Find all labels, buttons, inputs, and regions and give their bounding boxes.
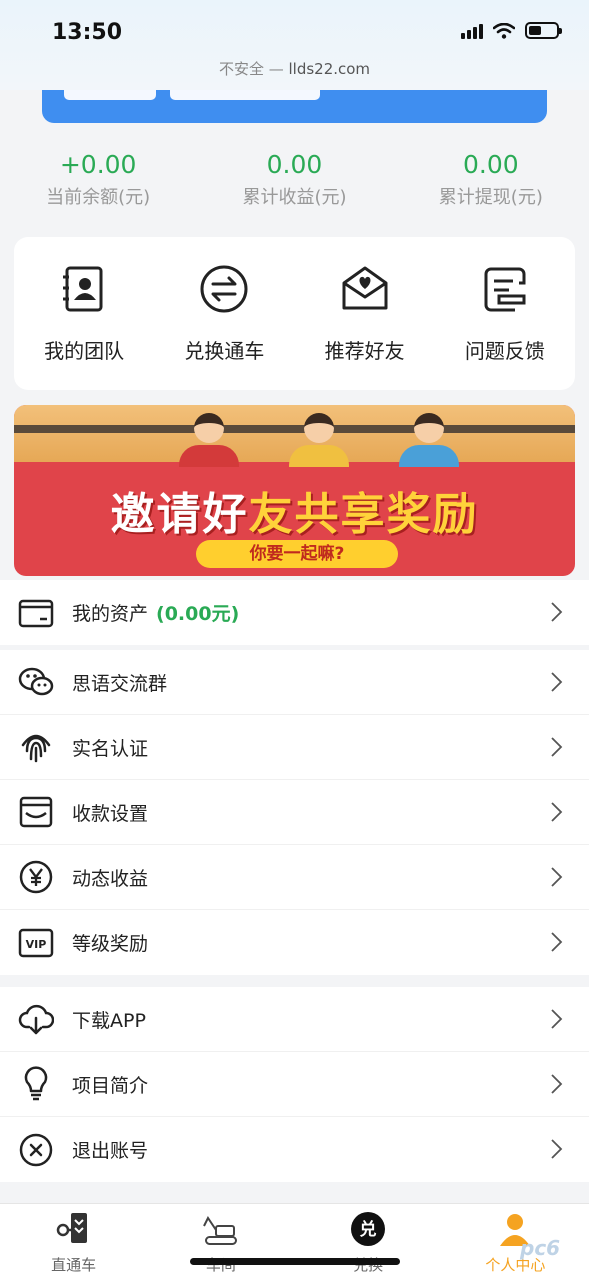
tab-workshop[interactable]: 车间 bbox=[147, 1204, 294, 1277]
bottom-tab-bar: 直通车 车间 兑 兑换 个人中心 bbox=[0, 1203, 589, 1277]
fingerprint-icon bbox=[21, 734, 51, 763]
menu-item-label: 项目简介 bbox=[72, 1074, 149, 1097]
svg-text:兑: 兑 bbox=[360, 1219, 377, 1240]
domain-label: llds22.com bbox=[288, 60, 371, 78]
lightbulb-icon bbox=[24, 1066, 48, 1101]
heart-envelope-icon bbox=[342, 266, 388, 310]
menu-item-payment-settings[interactable]: 收款设置 bbox=[0, 780, 589, 845]
chevron-right-icon bbox=[551, 602, 563, 622]
exchange-icon bbox=[200, 265, 248, 313]
menu-item-label: 下载APP bbox=[72, 1009, 146, 1032]
menu-item-label: 退出账号 bbox=[72, 1140, 149, 1162]
chevron-right-icon bbox=[551, 867, 563, 887]
url-bar[interactable]: 不安全 — llds22.com bbox=[0, 58, 589, 79]
vip-icon: VIP bbox=[18, 928, 54, 957]
inbox-icon bbox=[19, 796, 53, 828]
status-time: 13:50 bbox=[52, 20, 123, 45]
menu-item-verification[interactable]: 实名认证 bbox=[0, 715, 589, 780]
quick-action-label: 问题反馈 bbox=[464, 339, 545, 363]
tab-label: 直通车 bbox=[51, 1256, 97, 1274]
chevron-right-icon bbox=[551, 672, 563, 692]
menu-item-label: 动态收益 bbox=[72, 867, 149, 890]
menu-item-dynamic-earnings[interactable]: 动态收益 bbox=[0, 845, 589, 910]
top-card-button[interactable] bbox=[170, 90, 320, 100]
menu-item-logout[interactable]: 退出账号 bbox=[0, 1117, 589, 1182]
chevron-right-icon bbox=[551, 932, 563, 952]
menu-item-my-assets[interactable]: 我的资产 (0.00元) bbox=[0, 580, 589, 645]
menu-item-label: 等级奖励 bbox=[72, 933, 149, 955]
asset-amount: (0.00元) bbox=[156, 603, 240, 625]
menu-group-account: 思语交流群 实名认证 收款设置 动态收益 VIP 等级奖励 bbox=[0, 650, 589, 975]
cloud-download-icon bbox=[18, 1004, 54, 1035]
wifi-icon bbox=[493, 22, 515, 39]
promo-title-white: 邀请好 bbox=[110, 489, 249, 540]
stat-value: 0.00 bbox=[462, 150, 519, 179]
quick-action-my-team[interactable]: 我的团队 bbox=[24, 263, 144, 364]
stat-value: +0.00 bbox=[59, 150, 137, 179]
menu-group-app: 下载APP 项目简介 退出账号 bbox=[0, 987, 589, 1182]
menu-item-download-app[interactable]: 下载APP bbox=[0, 987, 589, 1052]
stat-label: 累计提现(元) bbox=[438, 187, 543, 208]
quick-action-invite[interactable]: 推荐好友 bbox=[305, 263, 425, 364]
menu-item-level-rewards[interactable]: VIP 等级奖励 bbox=[0, 910, 589, 975]
menu-item-chat-group[interactable]: 思语交流群 bbox=[0, 650, 589, 715]
close-circle-icon bbox=[19, 1133, 53, 1166]
chevron-right-icon bbox=[551, 1009, 563, 1029]
quick-action-label: 我的团队 bbox=[44, 339, 125, 363]
feedback-icon bbox=[484, 267, 526, 312]
invite-promo-banner[interactable]: 邀请好友共享奖励 你要一起嘛? bbox=[14, 405, 575, 576]
stat-label: 累计收益(元) bbox=[242, 187, 347, 208]
chevron-right-icon bbox=[551, 1074, 563, 1094]
yen-icon bbox=[19, 860, 53, 894]
menu-item-label: 收款设置 bbox=[72, 802, 149, 825]
exchange-badge-icon: 兑 bbox=[351, 1212, 386, 1246]
home-indicator bbox=[190, 1258, 400, 1265]
chevron-right-icon bbox=[551, 802, 563, 822]
stat-total-earnings: 0.00 累计收益(元) bbox=[196, 150, 392, 209]
quick-action-label: 兑换通车 bbox=[184, 339, 265, 363]
quick-action-exchange[interactable]: 兑换通车 bbox=[164, 263, 284, 364]
cellular-signal-icon bbox=[461, 23, 483, 39]
menu-item-label: 我的资产 bbox=[72, 603, 149, 625]
menu-group-assets: 我的资产 (0.00元) bbox=[0, 580, 589, 645]
tab-personal-center[interactable]: 个人中心 bbox=[442, 1204, 589, 1277]
promo-subtitle: 你要一起嘛? bbox=[196, 540, 398, 568]
direct-train-icon bbox=[56, 1213, 87, 1243]
tab-direct-train[interactable]: 直通车 bbox=[0, 1204, 147, 1277]
battery-icon bbox=[525, 22, 562, 39]
top-card bbox=[42, 90, 547, 123]
quick-action-label: 推荐好友 bbox=[324, 339, 405, 363]
watermark-logo: pc6 bbox=[520, 1236, 561, 1260]
wallet-icon bbox=[18, 599, 54, 627]
excavator-icon bbox=[202, 1216, 237, 1245]
menu-item-label: 思语交流群 bbox=[72, 672, 168, 695]
stat-value: 0.00 bbox=[266, 150, 323, 179]
quick-action-feedback[interactable]: 问题反馈 bbox=[445, 263, 565, 364]
status-icons bbox=[461, 22, 562, 39]
security-label: 不安全 — bbox=[218, 60, 289, 78]
chevron-right-icon bbox=[551, 737, 563, 757]
promo-illustration bbox=[14, 405, 575, 467]
tab-exchange[interactable]: 兑 兑换 bbox=[295, 1204, 442, 1277]
svg-text:VIP: VIP bbox=[26, 938, 47, 951]
stat-total-withdrawn: 0.00 累计提现(元) bbox=[393, 150, 589, 209]
menu-item-project-intro[interactable]: 项目简介 bbox=[0, 1052, 589, 1117]
promo-title: 邀请好友共享奖励 bbox=[14, 478, 575, 542]
chevron-right-icon bbox=[551, 1139, 563, 1159]
wechat-icon bbox=[18, 667, 54, 696]
balance-stats: +0.00 当前余额(元) 0.00 累计收益(元) 0.00 累计提现(元) bbox=[0, 150, 589, 209]
stat-current-balance: +0.00 当前余额(元) bbox=[0, 150, 196, 209]
promo-title-yellow: 友共享奖励 bbox=[248, 489, 479, 540]
stat-label: 当前余额(元) bbox=[46, 187, 151, 208]
quick-actions: 我的团队 兑换通车 推荐好友 问题反馈 bbox=[14, 237, 575, 390]
top-card-button[interactable] bbox=[64, 90, 156, 100]
menu-item-label: 实名认证 bbox=[72, 737, 149, 760]
tab-label: 个人中心 bbox=[485, 1256, 546, 1274]
contacts-icon bbox=[63, 266, 103, 312]
status-bar: 13:50 不安全 — llds22.com bbox=[0, 0, 589, 90]
